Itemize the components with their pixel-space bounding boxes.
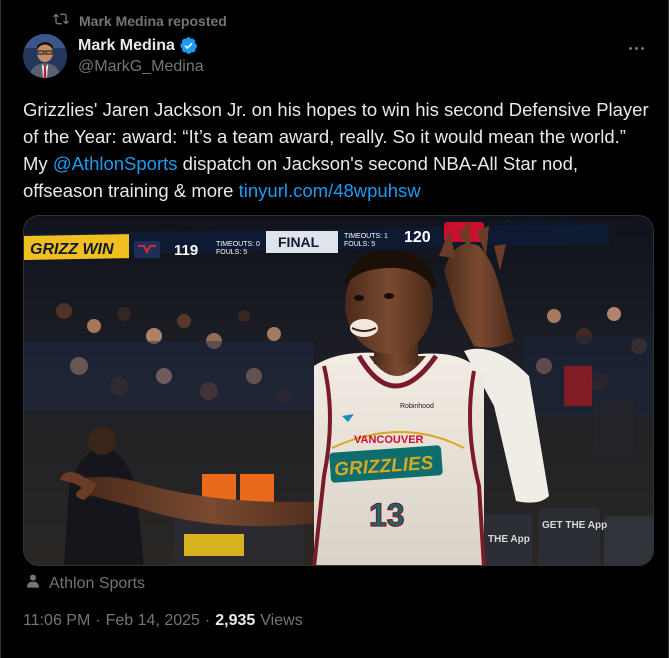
author-info: Mark Medina @MarkG_Medina [78, 36, 204, 76]
jersey-sponsor: Robinhood [400, 403, 434, 410]
home-timeouts: TIMEOUTS: 0 [216, 241, 260, 248]
ad-right: GET THE App [542, 520, 607, 531]
repost-icon [53, 11, 69, 30]
post-date[interactable]: Feb 14, 2025 [106, 612, 200, 630]
jersey-city: VANCOUVER [354, 434, 424, 446]
views-count: 2,935 [215, 612, 256, 629]
away-fouls: FOULS: 5 [344, 241, 375, 248]
url-link[interactable]: tinyurl.com/48wpuhsw [239, 180, 421, 201]
meta-separator: · [204, 612, 211, 629]
home-fouls: FOULS: 5 [216, 249, 247, 256]
repost-text: Mark Medina reposted [79, 12, 227, 29]
meta-separator: · [95, 612, 101, 629]
repost-indicator[interactable]: Mark Medina reposted [53, 11, 227, 30]
avatar[interactable] [23, 34, 67, 78]
score-banner-left: GRIZZ WIN [30, 241, 114, 258]
source-label: Athlon Sports [49, 574, 146, 592]
ad-left: THE App [488, 534, 530, 545]
post-card: Mark Medina reposted Mark Medina @MarkG_… [0, 0, 669, 658]
more-options-icon[interactable] [626, 38, 646, 58]
verified-badge-icon [179, 36, 198, 55]
media-source-attribution[interactable]: Athlon Sports [25, 573, 145, 594]
media-photo[interactable]: THE App GET THE App GRIZZ WIN 119 TIMEOU… [23, 215, 654, 566]
person-icon [25, 573, 41, 594]
game-status: FINAL [278, 234, 320, 250]
home-score: 119 [174, 242, 198, 259]
jersey-number: 13 [369, 497, 405, 533]
author-handle[interactable]: @MarkG_Medina [78, 58, 204, 76]
score-banner-right: GRIZZ WIN [502, 217, 576, 233]
mention-link[interactable]: @AthlonSports [53, 153, 178, 174]
views-label: Views [260, 612, 303, 629]
post-time[interactable]: 11:06 PM [23, 612, 90, 630]
author-display-name[interactable]: Mark Medina [78, 37, 175, 55]
away-timeouts: TIMEOUTS: 1 [344, 233, 388, 240]
tweet-text: Grizzlies' Jaren Jackson Jr. on his hope… [23, 96, 655, 204]
away-score: 120 [404, 229, 431, 246]
post-meta: 11:06 PM · Feb 14, 2025 · 2,935 Views [23, 612, 303, 630]
